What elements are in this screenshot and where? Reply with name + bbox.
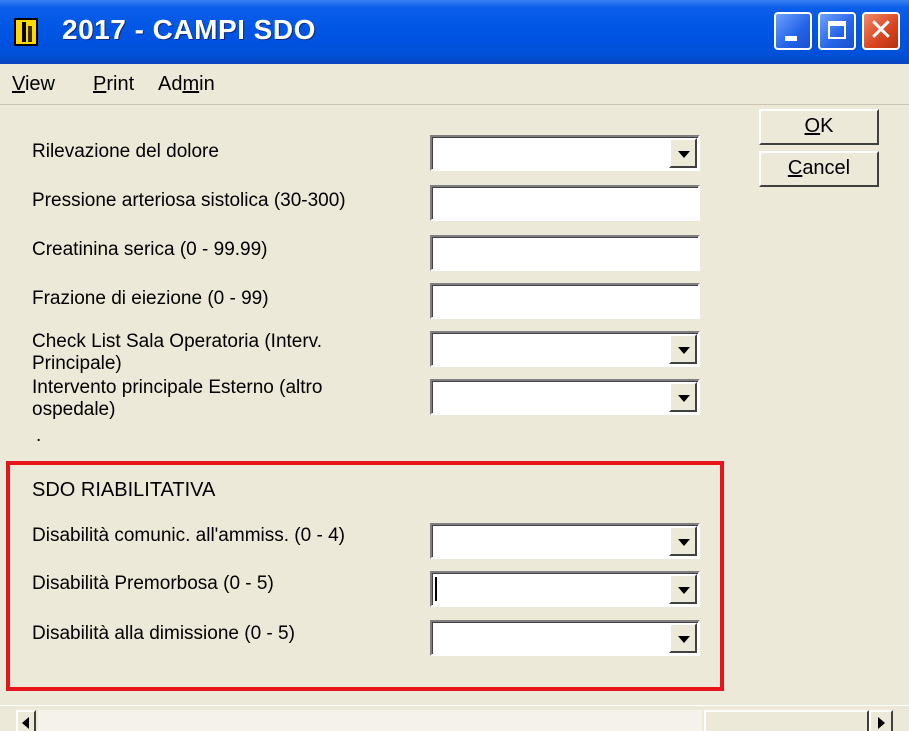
maximize-icon <box>828 21 846 39</box>
scroll-thumb[interactable] <box>704 710 869 731</box>
intervento-esterno-combo[interactable] <box>430 379 700 415</box>
chevron-down-icon[interactable] <box>669 138 697 168</box>
cancel-button[interactable]: Cancel <box>759 151 879 187</box>
rilevazione-dolore-combo[interactable] <box>430 135 700 171</box>
label-creatinina-serica: Creatinina serica (0 - 99.99) <box>32 239 268 260</box>
label-check-list: Check List Sala Operatoria (Interv. Prin… <box>32 331 323 374</box>
label-pressione-arteriosa: Pressione arteriosa sistolica (30-300) <box>32 190 346 211</box>
chevron-down-icon[interactable] <box>669 382 697 412</box>
menu-print[interactable]: Print <box>93 73 134 96</box>
label-intervento-esterno: Intervento principale Esterno (altro osp… <box>32 377 323 420</box>
menu-admin[interactable]: Admin <box>158 73 215 96</box>
minimize-icon <box>785 36 797 41</box>
title-bar[interactable]: 2017 - CAMPI SDO ✕ <box>0 0 909 64</box>
menu-view[interactable]: View <box>12 73 55 96</box>
close-button[interactable]: ✕ <box>862 12 900 50</box>
creatinina-serica-input[interactable] <box>430 235 700 271</box>
horizontal-scrollbar[interactable] <box>0 705 909 731</box>
ok-button[interactable]: OK <box>759 109 879 145</box>
window-title: 2017 - CAMPI SDO <box>62 14 316 45</box>
menu-bar: View Print Admin <box>0 64 909 105</box>
stray-dot: . <box>36 425 42 446</box>
scroll-right-icon[interactable] <box>869 710 893 731</box>
scroll-track[interactable] <box>38 710 702 731</box>
maximize-button[interactable] <box>818 12 856 50</box>
close-icon: ✕ <box>868 13 894 48</box>
label-frazione-eiezione: Frazione di eiezione (0 - 99) <box>32 288 269 309</box>
label-rilevazione-dolore: Rilevazione del dolore <box>32 141 219 162</box>
pressione-arteriosa-input[interactable] <box>430 185 700 221</box>
chevron-down-icon[interactable] <box>669 334 697 364</box>
scroll-left-icon[interactable] <box>16 710 36 731</box>
frazione-eiezione-input[interactable] <box>430 283 700 319</box>
minimize-button[interactable] <box>774 12 812 50</box>
check-list-combo[interactable] <box>430 331 700 367</box>
highlight-box <box>6 461 724 691</box>
app-icon[interactable] <box>14 18 38 46</box>
